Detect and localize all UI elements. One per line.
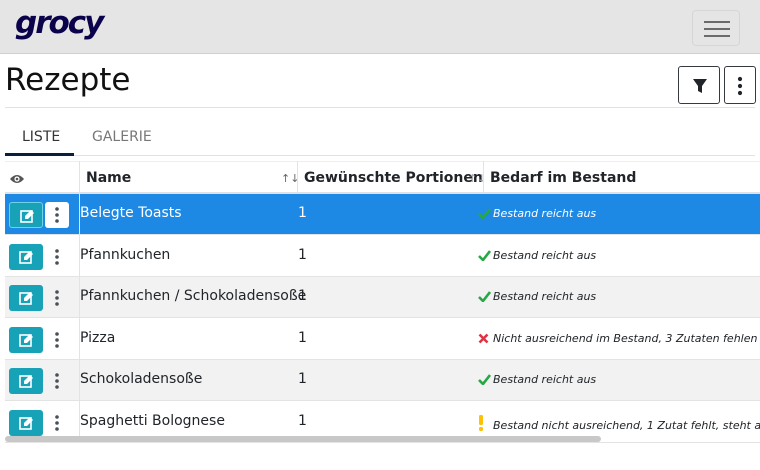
edit-icon (19, 292, 33, 305)
cross-icon (478, 333, 493, 347)
active-tab-indicator (5, 153, 74, 156)
tabs-divider (5, 155, 755, 156)
fulfillment-text: Bestand reicht aus (493, 248, 597, 262)
fulfillment-status: Bestand reicht aus (478, 290, 596, 305)
edit-icon (20, 210, 34, 223)
table-row[interactable]: Belegte Toasts 1 Bestand reicht aus (5, 194, 760, 235)
recipe-servings: 1 (298, 371, 307, 388)
horizontal-scrollbar[interactable] (5, 436, 601, 442)
more-options-button[interactable] (724, 66, 756, 104)
table-row[interactable]: Pfannkuchen / Schokoladensoße 1 Bestand re… (5, 277, 760, 319)
column-header-fulfillment[interactable]: Bedarf im Bestand (490, 170, 636, 186)
kebab-icon (55, 331, 59, 348)
tab-liste[interactable]: LISTE (22, 129, 60, 145)
edit-icon (19, 417, 33, 430)
row-menu-button[interactable] (45, 410, 69, 436)
table-row[interactable]: Pfannkuchen 1 Bestand reicht aus (5, 236, 760, 277)
fulfillment-status: Bestand nicht ausreichend, 1 Zutat fehlt… (478, 415, 760, 434)
recipe-name[interactable]: Pizza (80, 330, 115, 346)
column-divider (297, 161, 298, 194)
table-header: Name ↑↓ Gewünschte Portionen ↑↓ Bedarf i… (5, 161, 760, 194)
eye-icon[interactable] (9, 173, 25, 185)
kebab-icon (55, 373, 59, 390)
row-menu-button[interactable] (45, 327, 69, 353)
kebab-icon (55, 248, 59, 265)
edit-icon (19, 250, 33, 264)
table-row[interactable]: Pizza 1 Nicht ausreichend im Bestand, 3 Zu… (5, 319, 760, 360)
edit-button[interactable] (9, 368, 43, 395)
row-menu-button[interactable] (45, 202, 69, 228)
filter-button[interactable] (678, 66, 720, 104)
edit-button[interactable] (9, 410, 43, 436)
column-header-name[interactable]: Name (86, 170, 131, 186)
edit-icon (19, 375, 33, 389)
recipe-servings: 1 (298, 413, 307, 429)
recipe-name[interactable]: Pfannkuchen (80, 247, 170, 263)
edit-button[interactable] (9, 202, 43, 228)
column-divider (483, 161, 484, 194)
row-menu-button[interactable] (45, 285, 69, 311)
kebab-icon (55, 207, 59, 223)
tab-galerie[interactable]: GALERIE (92, 129, 152, 145)
grocy-logo[interactable]: grocy (15, 5, 104, 41)
fulfillment-status: Bestand reicht aus (478, 249, 596, 264)
kebab-icon (737, 76, 743, 96)
edit-button[interactable] (9, 285, 43, 312)
top-navbar: grocy (0, 0, 760, 54)
recipe-servings: 1 (298, 205, 307, 221)
recipe-servings: 1 (298, 288, 307, 305)
fulfillment-text: Bestand reicht aus (493, 290, 597, 304)
check-icon (478, 374, 493, 388)
row-menu-button[interactable] (45, 368, 69, 394)
column-divider (79, 161, 80, 441)
table-row[interactable]: Schokoladensoße 1 Bestand reicht aus (5, 360, 760, 402)
warning-icon (478, 415, 493, 434)
recipe-name[interactable]: Spaghetti Bolognese (80, 413, 225, 429)
fulfillment-text: Bestand nicht ausreichend, 1 Zutat fehlt… (493, 419, 760, 432)
page-title: Rezepte (5, 62, 131, 98)
kebab-icon (55, 415, 59, 431)
fulfillment-status: Nicht ausreichend im Bestand, 3 Zutaten … (478, 332, 757, 347)
filter-icon (693, 79, 707, 93)
column-header-servings[interactable]: Gewünschte Portionen (304, 170, 483, 186)
recipe-name[interactable]: Schokoladensoße (80, 371, 202, 387)
fulfillment-text: Nicht ausreichend im Bestand, 3 Zutaten … (493, 331, 758, 345)
edit-button[interactable] (9, 243, 43, 270)
check-icon (478, 208, 493, 222)
recipe-servings: 1 (298, 329, 307, 346)
recipe-servings: 1 (298, 246, 307, 263)
check-icon (478, 291, 493, 305)
recipe-name[interactable]: Belegte Toasts (80, 205, 182, 221)
recipe-name[interactable]: Pfannkuchen / Schokoladensoße (80, 288, 306, 304)
fulfillment-status: Bestand reicht aus (478, 207, 596, 222)
fulfillment-status: Bestand reicht aus (478, 373, 596, 388)
fulfillment-text: Bestand reicht aus (493, 373, 597, 387)
divider (5, 107, 755, 108)
edit-button[interactable] (9, 326, 43, 353)
edit-icon (19, 333, 33, 347)
kebab-icon (55, 290, 59, 306)
menu-toggle-button[interactable] (692, 10, 740, 46)
row-menu-button[interactable] (45, 244, 69, 270)
fulfillment-text: Bestand reicht aus (493, 207, 597, 220)
check-icon (478, 249, 493, 264)
